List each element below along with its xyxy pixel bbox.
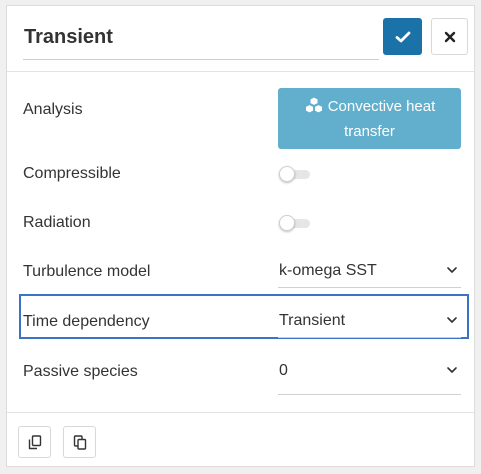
turbulence-model-value: k-omega SST xyxy=(279,262,377,279)
close-icon xyxy=(444,31,455,42)
analysis-button-label: Convective heat transfer xyxy=(327,98,436,140)
analysis-type-button[interactable]: Convective heat transfer xyxy=(278,88,461,149)
chevron-down-icon xyxy=(447,367,457,373)
passive-species-select[interactable]: 0 xyxy=(278,360,461,395)
passive-species-value: 0 xyxy=(279,362,288,379)
turbulence-model-select[interactable]: k-omega SST xyxy=(278,260,461,288)
analysis-label: Analysis xyxy=(23,101,83,118)
toggle-knob xyxy=(279,215,295,231)
compressible-label: Compressible xyxy=(23,165,121,182)
paste-icon xyxy=(73,434,86,450)
radiation-toggle[interactable] xyxy=(279,215,311,231)
radiation-label: Radiation xyxy=(23,214,91,231)
passive-species-label: Passive species xyxy=(23,363,138,380)
settings-panel: Transient Analysis Convective heat trans… xyxy=(6,5,475,467)
page-title[interactable]: Transient xyxy=(23,24,379,50)
close-button[interactable] xyxy=(431,18,468,55)
compressible-toggle[interactable] xyxy=(279,166,311,182)
time-dependency-label: Time dependency xyxy=(23,313,150,330)
copy-button[interactable] xyxy=(18,426,51,458)
time-dependency-value: Transient xyxy=(279,312,346,329)
turbulence-model-label: Turbulence model xyxy=(23,263,151,280)
chevron-down-icon xyxy=(447,267,457,273)
panel-header: Transient xyxy=(7,6,474,71)
paste-button[interactable] xyxy=(63,426,96,458)
chevron-down-icon xyxy=(447,317,457,323)
header-divider xyxy=(7,71,474,72)
check-icon xyxy=(395,31,410,42)
copy-icon xyxy=(28,434,41,449)
confirm-button[interactable] xyxy=(383,18,422,55)
cubes-icon xyxy=(304,96,324,121)
toggle-knob xyxy=(279,166,295,182)
footer-divider xyxy=(7,412,474,413)
title-field[interactable]: Transient xyxy=(23,24,379,60)
time-dependency-select[interactable]: Transient xyxy=(278,310,461,338)
